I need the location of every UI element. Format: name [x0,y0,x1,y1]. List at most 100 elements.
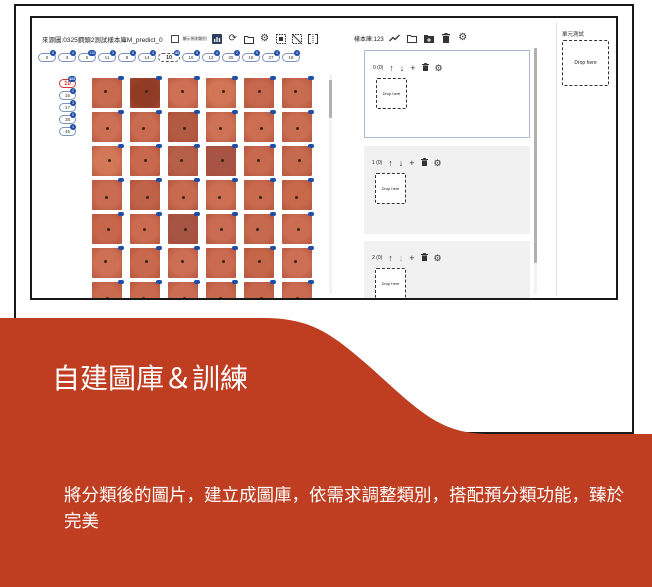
plus-icon[interactable]: + [409,253,414,263]
gear-icon[interactable]: ⚙ [434,253,442,263]
select-all-icon[interactable] [275,33,287,45]
arrow-down-icon[interactable]: ↓ [399,253,404,263]
image-thumbnail[interactable] [282,280,314,298]
class-chip[interactable]: 27 3 [262,50,280,62]
image-thumbnail[interactable] [282,76,314,108]
class-chip[interactable]: 25 2 [222,50,240,62]
image-thumbnail[interactable] [92,110,124,142]
class-chip[interactable]: 16 5 [182,50,200,62]
gear-icon[interactable]: ⚙ [434,158,442,168]
arrow-up-icon[interactable]: ↑ [389,63,394,73]
sub-class-chip[interactable]: 10 424 [59,76,76,88]
scrollbar-thumb[interactable] [329,80,332,118]
image-thumbnail[interactable] [130,280,162,298]
thumbnail-scrollbar[interactable] [329,74,332,294]
image-thumbnail[interactable] [244,110,276,142]
image-thumbnail[interactable] [168,212,200,244]
image-thumbnail[interactable] [206,212,238,244]
class-chip[interactable]: 11 3 [98,50,116,62]
image-thumbnail[interactable] [244,144,276,176]
image-thumbnail[interactable] [130,110,162,142]
folder-icon[interactable] [406,32,418,44]
image-thumbnail[interactable] [168,144,200,176]
image-thumbnail[interactable] [168,110,200,142]
image-thumbnail[interactable] [206,246,238,278]
arrow-up-icon[interactable]: ↑ [388,253,393,263]
count-badge: 4 [294,50,300,56]
add-folder-icon[interactable] [423,32,435,44]
image-thumbnail[interactable] [206,144,238,176]
trash-icon[interactable] [420,158,428,168]
image-thumbnail[interactable] [244,178,276,210]
arrow-down-icon[interactable]: ↓ [400,63,405,73]
deselect-icon[interactable] [291,33,303,45]
group-dropzone[interactable]: Drop here [375,268,406,298]
image-thumbnail[interactable] [92,246,124,278]
class-chip[interactable]: 14 4 [138,50,156,62]
image-thumbnail[interactable] [92,178,124,210]
group-dropzone[interactable]: Drop here [375,173,406,204]
sub-class-chip[interactable]: 16 2 [59,88,76,100]
predict-checkbox[interactable] [170,35,179,43]
class-chip[interactable]: 5 110 [78,50,96,62]
plus-icon[interactable]: + [409,158,414,168]
class-chip[interactable]: 15 9 [242,50,260,62]
refresh-icon[interactable]: ⟳ [227,33,239,45]
image-thumbnail[interactable] [92,212,124,244]
image-thumbnail[interactable] [168,76,200,108]
class-chip[interactable]: 10 43 [158,50,180,62]
scrollbar-thumb[interactable] [534,48,537,263]
sub-class-chip[interactable]: 46 4 [59,124,76,136]
sub-class-chip[interactable]: 38 5 [59,112,76,124]
class-chip[interactable]: 08 [38,50,56,62]
class-chip[interactable]: 18 4 [282,50,300,62]
probe-tip [181,260,184,263]
image-thumbnail[interactable] [206,76,238,108]
gear-icon[interactable]: ⚙ [457,32,469,44]
image-thumbnail[interactable] [130,144,162,176]
arrow-down-icon[interactable]: ↓ [399,158,404,168]
group-dropzone[interactable]: Drop here [376,78,407,109]
image-thumbnail[interactable] [282,246,314,278]
image-thumbnail[interactable] [282,144,314,176]
sub-class-chip-list: 10 424 16 2 17 3 38 5 46 4 [59,76,76,136]
image-thumbnail[interactable] [130,246,162,278]
image-thumbnail[interactable] [244,280,276,298]
image-thumbnail[interactable] [206,178,238,210]
image-thumbnail[interactable] [244,246,276,278]
image-thumbnail[interactable] [92,76,124,108]
image-thumbnail[interactable] [282,110,314,142]
image-thumbnail[interactable] [168,280,200,298]
class-chip[interactable]: 88 [118,50,136,62]
class-chip[interactable]: 34 [58,50,76,62]
image-thumbnail[interactable] [244,212,276,244]
split-icon[interactable] [307,33,319,45]
gear-icon[interactable]: ⚙ [435,63,443,73]
library-scrollbar[interactable] [534,48,537,294]
image-thumbnail[interactable] [92,144,124,176]
image-thumbnail[interactable] [244,76,276,108]
arrow-up-icon[interactable]: ↑ [388,158,393,168]
folder-icon[interactable] [243,33,255,45]
image-thumbnail[interactable] [130,178,162,210]
unit-test-dropzone[interactable]: Drop here [562,40,609,86]
image-thumbnail[interactable] [168,178,200,210]
image-thumbnail[interactable] [206,110,238,142]
trash-icon[interactable] [440,32,452,44]
image-thumbnail[interactable] [92,280,124,298]
image-thumbnail[interactable] [282,178,314,210]
trash-icon[interactable] [420,253,428,263]
image-thumbnail[interactable] [206,280,238,298]
class-chip[interactable]: 12 4 [202,50,220,62]
trend-icon[interactable] [389,32,401,44]
probe-tip [297,228,300,231]
plus-icon[interactable]: + [410,63,415,73]
image-thumbnail[interactable] [130,212,162,244]
gear-icon[interactable]: ⚙ [259,33,271,45]
image-thumbnail[interactable] [130,76,162,108]
image-thumbnail[interactable] [282,212,314,244]
sub-class-chip[interactable]: 17 3 [59,100,76,112]
bar-chart-icon[interactable] [211,33,223,45]
image-thumbnail[interactable] [168,246,200,278]
trash-icon[interactable] [421,63,429,73]
